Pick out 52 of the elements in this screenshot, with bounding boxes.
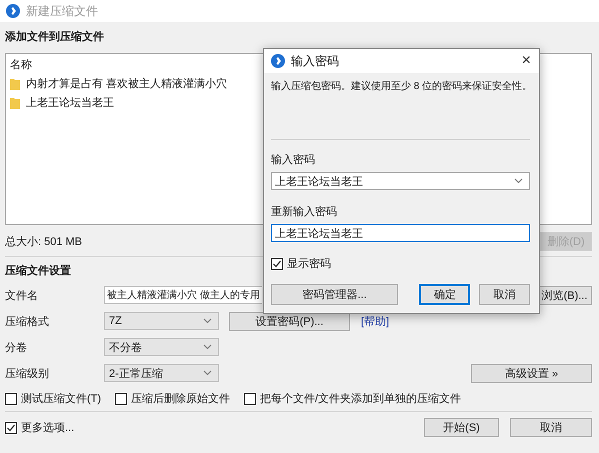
- dropdown-value: 7Z: [109, 315, 122, 327]
- folder-icon: [10, 96, 20, 108]
- chevron-down-icon: [203, 344, 212, 350]
- dialog-title: 输入密码: [291, 52, 339, 70]
- checkbox-label: 显示密码: [287, 256, 331, 271]
- close-icon[interactable]: ×: [522, 52, 531, 70]
- checkbox[interactable]: [115, 392, 128, 404]
- field-label: 压缩格式: [5, 314, 50, 328]
- checkbox-label: 更多选项...: [21, 421, 74, 435]
- password-manager-button[interactable]: 密码管理器...: [271, 284, 398, 305]
- app-logo-icon: [271, 54, 285, 68]
- checkbox[interactable]: [244, 392, 256, 404]
- advanced-settings-button[interactable]: 高级设置 »: [471, 364, 592, 382]
- checkbox[interactable]: [5, 422, 17, 434]
- total-size: 总大小: 501 MB: [5, 234, 82, 248]
- chevron-down-icon: [203, 370, 212, 376]
- field-label: 重新输入密码: [271, 204, 338, 219]
- field-label: 文件名: [5, 288, 39, 302]
- dropdown[interactable]: 不分卷: [104, 338, 219, 356]
- checkbox-label: 压缩后删除原始文件: [131, 392, 230, 406]
- filename-field[interactable]: 被主人精液灌满小穴 做主人的专用: [104, 286, 262, 304]
- ok-button[interactable]: 确定: [419, 284, 470, 305]
- field-label: 分卷: [5, 340, 28, 354]
- chevron-down-icon: [203, 318, 212, 324]
- cancel-button[interactable]: 取消: [510, 418, 592, 437]
- cancel-button[interactable]: 取消: [479, 284, 530, 305]
- file-name[interactable]: 上老王论坛当老王: [26, 95, 114, 110]
- dropdown-value: 不分卷: [109, 340, 142, 354]
- checkbox[interactable]: [5, 392, 17, 404]
- help-link[interactable]: [帮助]: [361, 314, 390, 328]
- password-combobox[interactable]: 上老王论坛当老王: [271, 172, 530, 190]
- dropdown[interactable]: 7Z: [104, 312, 219, 330]
- section-heading: 压缩文件设置: [5, 264, 71, 278]
- browse-button[interactable]: 浏览(B)...: [537, 286, 592, 304]
- password-value: 上老王论坛当老王: [275, 174, 363, 188]
- dialog-message: 输入压缩包密码。建议使用至少 8 位的密码来保证安全性。: [271, 80, 532, 93]
- window-title: 新建压缩文件: [26, 2, 98, 20]
- folder-icon: [10, 78, 20, 90]
- file-name[interactable]: 内射才算是占有 喜欢被主人精液灌满小穴: [26, 76, 228, 91]
- section-heading: 添加文件到压缩文件: [5, 30, 104, 44]
- app-logo-icon: [6, 4, 20, 18]
- start-button[interactable]: 开始(S): [424, 418, 499, 437]
- confirm-password-field[interactable]: 上老王论坛当老王: [271, 224, 530, 242]
- checkbox-label: 把每个文件/文件夹添加到单独的压缩文件: [260, 392, 462, 406]
- dropdown[interactable]: 2-正常压缩: [104, 364, 219, 382]
- field-label: 压缩级别: [5, 366, 50, 380]
- dropdown-value: 2-正常压缩: [109, 366, 163, 380]
- column-header: 名称: [10, 58, 32, 72]
- field-label: 输入密码: [271, 152, 316, 167]
- checkbox[interactable]: [271, 258, 283, 270]
- chevron-down-icon: [514, 178, 523, 184]
- checkbox-label: 测试压缩文件(T): [21, 392, 102, 406]
